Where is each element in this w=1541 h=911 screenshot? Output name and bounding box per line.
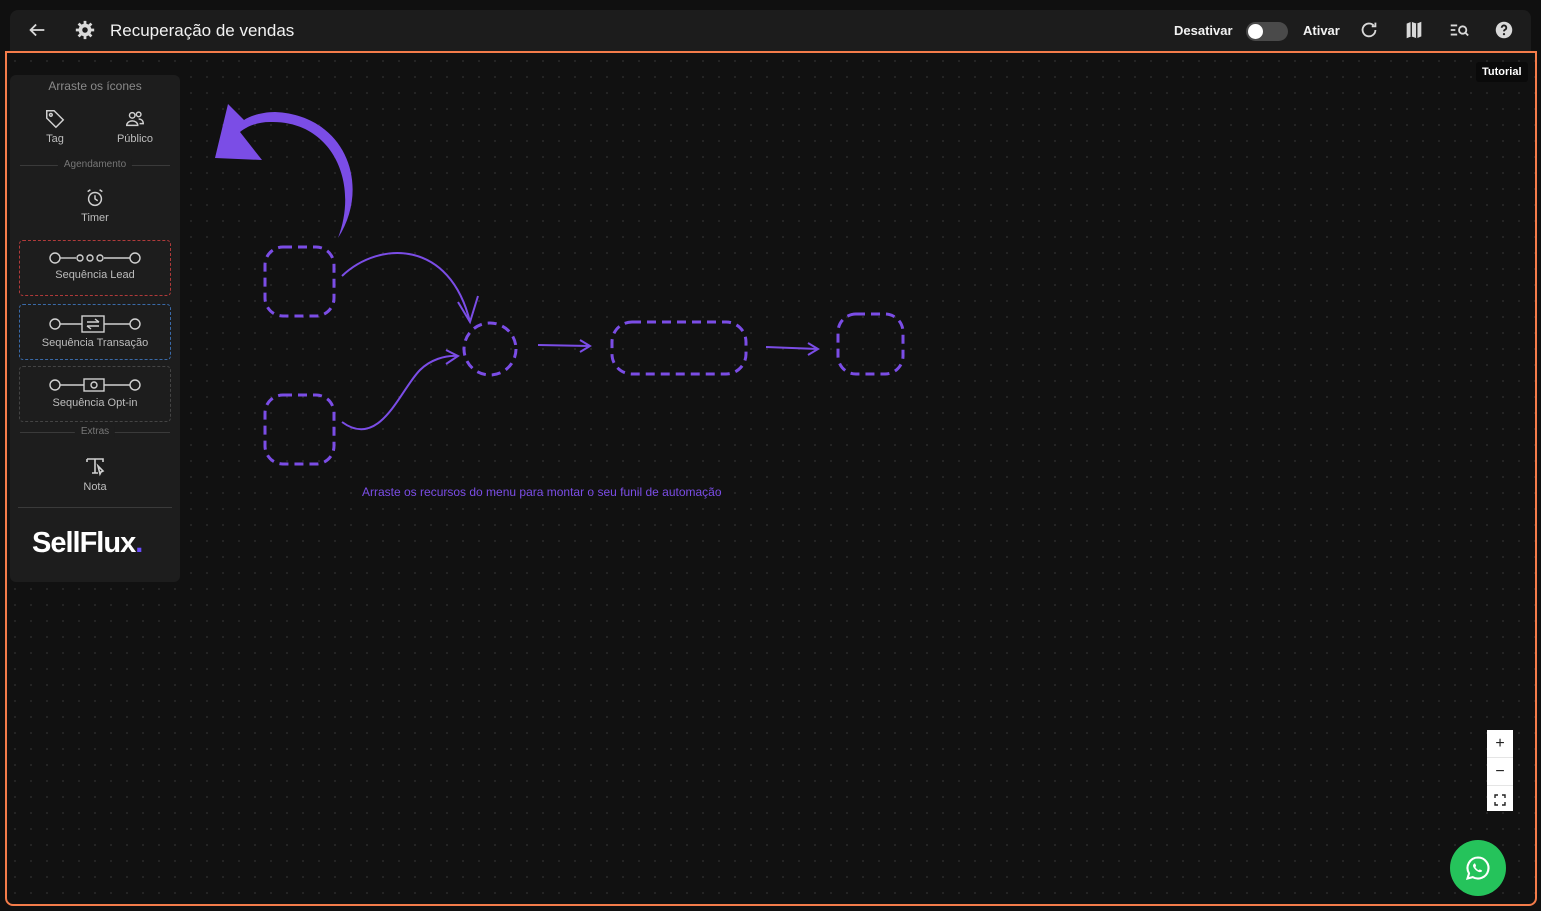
sequence-transaction-label: Sequência Transação <box>41 337 149 349</box>
whatsapp-icon <box>1465 856 1490 880</box>
sequence-lead-icon <box>49 252 141 264</box>
logo-divider <box>18 507 172 508</box>
sequence-optin-tool[interactable]: Sequência Opt-in <box>19 366 171 422</box>
palette-title: Arraste os ícones <box>48 79 142 93</box>
public-label: Público <box>116 133 154 145</box>
placeholder-node-2 <box>263 393 336 466</box>
sequence-transaction-tool[interactable]: Sequência Transação <box>19 304 171 360</box>
sequence-transaction-icon <box>49 315 141 333</box>
sequence-lead-tool[interactable]: Sequência Lead <box>19 240 171 296</box>
sellflux-logo: SellFlux. <box>32 527 143 559</box>
note-tool[interactable]: Nota <box>70 454 120 493</box>
fit-view-button[interactable] <box>1487 786 1513 813</box>
zoom-controls: + − <box>1487 730 1513 811</box>
scheduling-section: Agendamento <box>57 159 133 170</box>
placeholder-node-5 <box>836 312 905 376</box>
public-tool[interactable]: Público <box>110 108 160 145</box>
connector-end <box>765 346 819 350</box>
whatsapp-button[interactable] <box>1450 840 1506 896</box>
sequence-optin-label: Sequência Opt-in <box>52 397 138 409</box>
zoom-in-button[interactable]: + <box>1487 730 1513 758</box>
sequence-lead-label: Sequência Lead <box>55 269 135 281</box>
tag-label: Tag <box>46 133 64 145</box>
connector-bottom <box>341 354 459 431</box>
placeholder-node-3 <box>462 321 518 377</box>
connector-top <box>341 252 471 323</box>
tag-tool[interactable]: Tag <box>40 108 70 145</box>
alarm-clock-icon <box>87 189 103 207</box>
placeholder-node-4 <box>610 320 748 376</box>
onboarding-illustration <box>215 104 905 466</box>
canvas-hint: Arraste os recursos do menu para montar … <box>362 485 722 499</box>
placeholder-node-1 <box>263 245 336 318</box>
scheduling-divider: Agendamento <box>20 159 170 170</box>
extras-divider: Extras <box>20 426 170 437</box>
note-label: Nota <box>83 481 107 493</box>
tool-palette: Arraste os ícones Tag Público Agendament… <box>10 75 180 582</box>
users-icon <box>126 111 144 127</box>
extras-section: Extras <box>74 426 116 437</box>
sequence-optin-icon <box>49 378 141 392</box>
timer-tool[interactable]: Timer <box>70 187 120 224</box>
tag-icon <box>46 110 65 129</box>
fit-view-icon <box>1494 793 1506 806</box>
text-tool-icon <box>86 458 105 477</box>
timer-label: Timer <box>81 212 109 224</box>
zoom-out-button[interactable]: − <box>1487 758 1513 786</box>
connector-mid <box>537 344 591 347</box>
drag-hint-arrow <box>215 104 353 238</box>
